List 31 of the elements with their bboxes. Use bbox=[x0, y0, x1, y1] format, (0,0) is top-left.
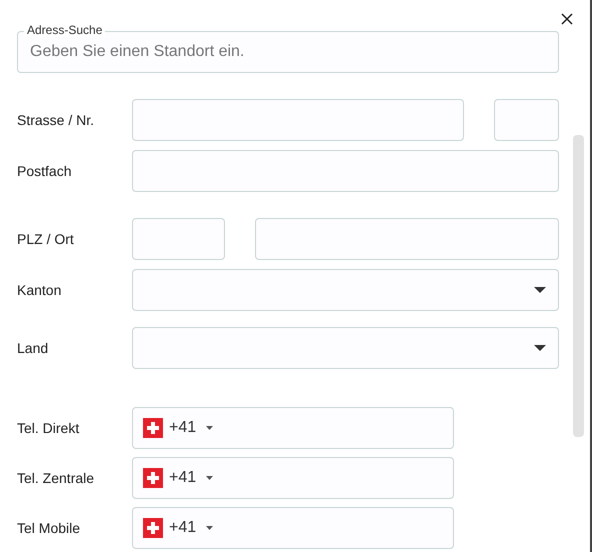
text-field[interactable] bbox=[132, 150, 559, 192]
dropdown-caret-icon bbox=[206, 426, 214, 430]
phone-field[interactable]: +41 bbox=[132, 507, 454, 549]
country-code[interactable]: +41 bbox=[169, 416, 196, 440]
select-field[interactable] bbox=[132, 269, 559, 311]
phone-field[interactable]: +41 bbox=[132, 407, 454, 449]
dropdown-caret-icon bbox=[206, 526, 214, 530]
field-label: Kanton bbox=[17, 280, 62, 300]
field-label: Tel Mobile bbox=[17, 518, 82, 538]
swiss-flag-icon bbox=[143, 468, 163, 488]
select-field[interactable] bbox=[132, 327, 559, 369]
field-label: Land bbox=[17, 338, 50, 358]
number-field[interactable] bbox=[494, 99, 559, 141]
postal-code-field[interactable] bbox=[132, 218, 225, 260]
swiss-flag-icon bbox=[143, 518, 163, 538]
scrollbar[interactable] bbox=[573, 135, 584, 437]
dropdown-caret-icon bbox=[206, 476, 214, 480]
field-label: Tel. Direkt bbox=[17, 418, 80, 438]
field-label: PLZ / Ort bbox=[17, 230, 75, 248]
text-field[interactable] bbox=[255, 218, 559, 260]
close-icon[interactable] bbox=[561, 13, 573, 25]
country-code[interactable]: +41 bbox=[169, 466, 196, 490]
country-code[interactable]: +41 bbox=[169, 516, 196, 540]
text-field[interactable] bbox=[132, 99, 464, 141]
field-label: Tel. Zentrale bbox=[17, 468, 96, 488]
dropdown-caret-icon bbox=[534, 287, 546, 293]
field-label: Strasse / Nr. bbox=[17, 110, 96, 130]
phone-field[interactable]: +41 bbox=[132, 457, 454, 499]
field-label: Postfach bbox=[17, 162, 72, 180]
dropdown-caret-icon bbox=[534, 345, 546, 351]
swiss-flag-icon bbox=[143, 418, 163, 438]
